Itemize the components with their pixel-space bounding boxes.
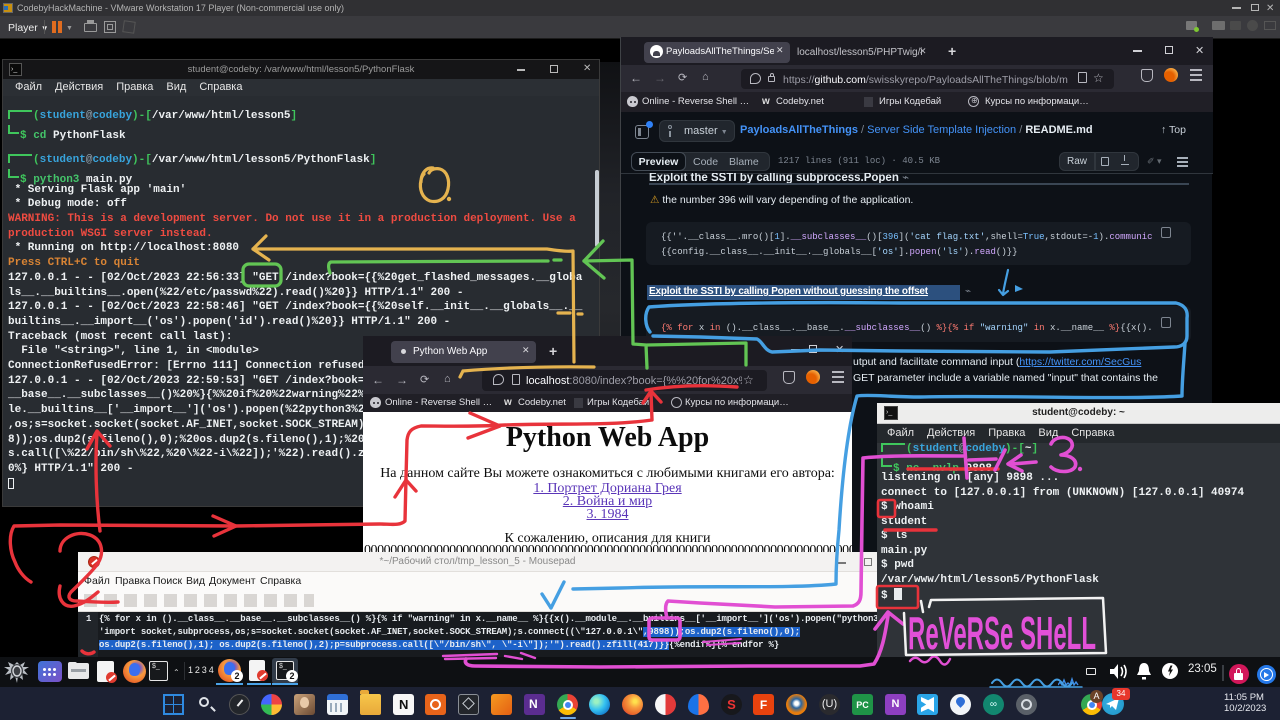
- svg-text:ReVeRSe SHeLL: ReVeRSe SHeLL: [908, 607, 1096, 659]
